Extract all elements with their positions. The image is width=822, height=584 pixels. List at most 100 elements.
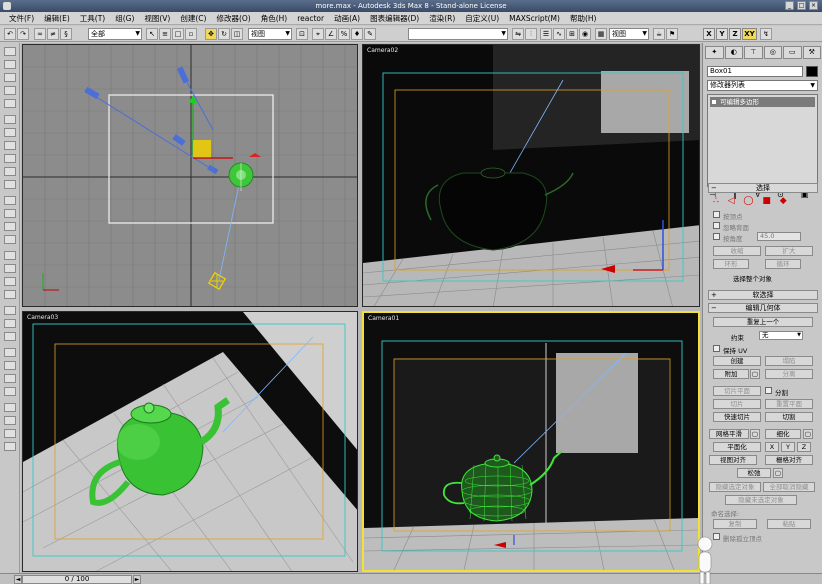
collapse-button[interactable]: 塌陷 [765, 356, 813, 366]
curve-editor-icon[interactable]: ∿ [553, 28, 565, 40]
grid-align-button[interactable]: 栅格对齐 [765, 455, 813, 465]
ignore-backfacing-checkbox[interactable] [713, 222, 720, 229]
menu-modifiers[interactable]: 修改器(O) [211, 13, 255, 24]
create-tab-icon[interactable]: ✦ [705, 46, 724, 59]
unhide-all-button[interactable]: 全部取消隐藏 [763, 482, 815, 492]
display-tab-icon[interactable]: ▭ [783, 46, 802, 59]
tessellate-settings-button[interactable]: ▢ [803, 429, 813, 439]
slice-button[interactable]: 切片 [713, 399, 761, 409]
grow-button[interactable]: 扩大 [765, 246, 813, 256]
view-align-button[interactable]: 视图对齐 [709, 455, 757, 465]
tool-12-icon[interactable] [4, 196, 16, 205]
schematic-view-icon[interactable]: ⊞ [566, 28, 578, 40]
spinner-snap-icon[interactable]: ♦ [351, 28, 363, 40]
tool-17-icon[interactable] [4, 264, 16, 273]
axis-xy-button[interactable]: XY [742, 28, 757, 40]
edit-geometry-rollout-header[interactable]: − 编辑几何体 [708, 303, 818, 313]
timeline-prev-icon[interactable]: ◄ [14, 575, 22, 584]
tool-1-icon[interactable] [4, 47, 16, 56]
timeline-next-icon[interactable]: ► [133, 575, 141, 584]
stack-item-editable-poly[interactable]: 可编辑多边形 [710, 97, 815, 107]
utilities-tab-icon[interactable]: ⚒ [802, 46, 821, 59]
snap-toggle-icon[interactable]: ⌖ [312, 28, 324, 40]
tool-7-icon[interactable] [4, 128, 16, 137]
render-last-icon[interactable]: ⚑ [666, 28, 678, 40]
tool-23-icon[interactable] [4, 348, 16, 357]
layer-manager-icon[interactable]: ☰ [540, 28, 552, 40]
edit-named-selection-icon[interactable]: ✎ [364, 28, 376, 40]
modify-tab-icon[interactable]: ◐ [724, 46, 743, 59]
viewport-camera02[interactable]: Camera02 [362, 44, 700, 307]
quickslice-button[interactable]: 快速切片 [713, 412, 761, 422]
menu-group[interactable]: 组(G) [110, 13, 139, 24]
tool-20-icon[interactable] [4, 306, 16, 315]
rect-selection-icon[interactable]: □ [172, 28, 184, 40]
reference-coord-dropdown[interactable]: 视图 ▼ [248, 28, 292, 40]
scale-icon[interactable]: ◫ [231, 28, 243, 40]
planar-z-button[interactable]: Z [797, 442, 811, 452]
redo-icon[interactable]: ↷ [17, 28, 29, 40]
material-editor-icon[interactable]: ◉ [579, 28, 591, 40]
mirror-icon[interactable]: ⇋ [512, 28, 524, 40]
undo-icon[interactable]: ↶ [4, 28, 16, 40]
attach-button[interactable]: 附加 [713, 369, 749, 379]
polygon-mode-icon[interactable]: ■ [762, 196, 771, 206]
viewport-camera03[interactable]: Camera03 [22, 311, 358, 572]
tool-10-icon[interactable] [4, 167, 16, 176]
unlink-icon[interactable]: ≠ [47, 28, 59, 40]
time-slider[interactable]: 0 / 100 [22, 575, 132, 584]
move-icon[interactable]: ✥ [205, 28, 217, 40]
reset-plane-button[interactable]: 重置平面 [765, 399, 813, 409]
tool-13-icon[interactable] [4, 209, 16, 218]
object-color-swatch[interactable] [806, 66, 818, 77]
motion-tab-icon[interactable]: ◎ [763, 46, 782, 59]
tool-28-icon[interactable] [4, 416, 16, 425]
menu-character[interactable]: 角色(H) [256, 13, 293, 24]
planar-y-button[interactable]: Y [781, 442, 795, 452]
angle-spinner[interactable]: 45.0 [757, 232, 801, 241]
render-scene-icon[interactable]: ▦ [595, 28, 607, 40]
menu-customize[interactable]: 自定义(U) [460, 13, 504, 24]
tool-5-icon[interactable] [4, 99, 16, 108]
pivot-center-icon[interactable]: ⊡ [296, 28, 308, 40]
axis-z-button[interactable]: Z [729, 28, 741, 40]
viewport-camera01[interactable]: Camera01 [362, 311, 700, 572]
tool-9-icon[interactable] [4, 154, 16, 163]
tool-4-icon[interactable] [4, 86, 16, 95]
close-button[interactable]: × [809, 1, 818, 10]
by-angle-checkbox[interactable] [713, 233, 720, 240]
tool-26-icon[interactable] [4, 387, 16, 396]
relax-button[interactable]: 松弛 [737, 468, 771, 478]
tool-30-icon[interactable] [4, 442, 16, 451]
hide-selected-button[interactable]: 隐藏选定对象 [709, 482, 761, 492]
menu-maxscript[interactable]: MAXScript(M) [504, 14, 565, 23]
tool-19-icon[interactable] [4, 290, 16, 299]
link-icon[interactable]: ∞ [34, 28, 46, 40]
select-object-icon[interactable]: ↖ [146, 28, 158, 40]
create-button[interactable]: 创建 [713, 356, 761, 366]
constraints-dropdown[interactable]: 无 ▼ [759, 331, 803, 340]
paste-button[interactable]: 粘贴 [767, 519, 811, 529]
shrink-button[interactable]: 收缩 [713, 246, 761, 256]
bind-spacewarp-icon[interactable]: § [60, 28, 72, 40]
detach-button[interactable]: 分离 [765, 369, 813, 379]
tool-14-icon[interactable] [4, 222, 16, 231]
attach-settings-button[interactable]: ▢ [750, 369, 760, 379]
make-planar-button[interactable]: 平面化 [713, 442, 761, 452]
preserve-uvs-checkbox[interactable] [713, 345, 720, 352]
tool-27-icon[interactable] [4, 403, 16, 412]
repeat-last-button[interactable]: 重复上一个 [713, 317, 813, 327]
minimize-button[interactable]: _ [785, 1, 794, 10]
render-type-dropdown[interactable]: 视图 ▼ [609, 28, 649, 40]
tool-3-icon[interactable] [4, 73, 16, 82]
menu-reactor[interactable]: reactor [292, 14, 329, 23]
quick-render-icon[interactable]: ☕ [653, 28, 665, 40]
hide-unselected-button[interactable]: 隐藏未选定对象 [725, 495, 797, 505]
window-crossing-icon[interactable]: ▫ [185, 28, 197, 40]
tessellate-button[interactable]: 细化 [765, 429, 801, 439]
tool-25-icon[interactable] [4, 374, 16, 383]
percent-snap-icon[interactable]: % [338, 28, 350, 40]
border-mode-icon[interactable]: ◯ [743, 196, 753, 206]
edge-mode-icon[interactable]: ◁ [728, 196, 735, 206]
menu-rendering[interactable]: 渲染(R) [424, 13, 460, 24]
